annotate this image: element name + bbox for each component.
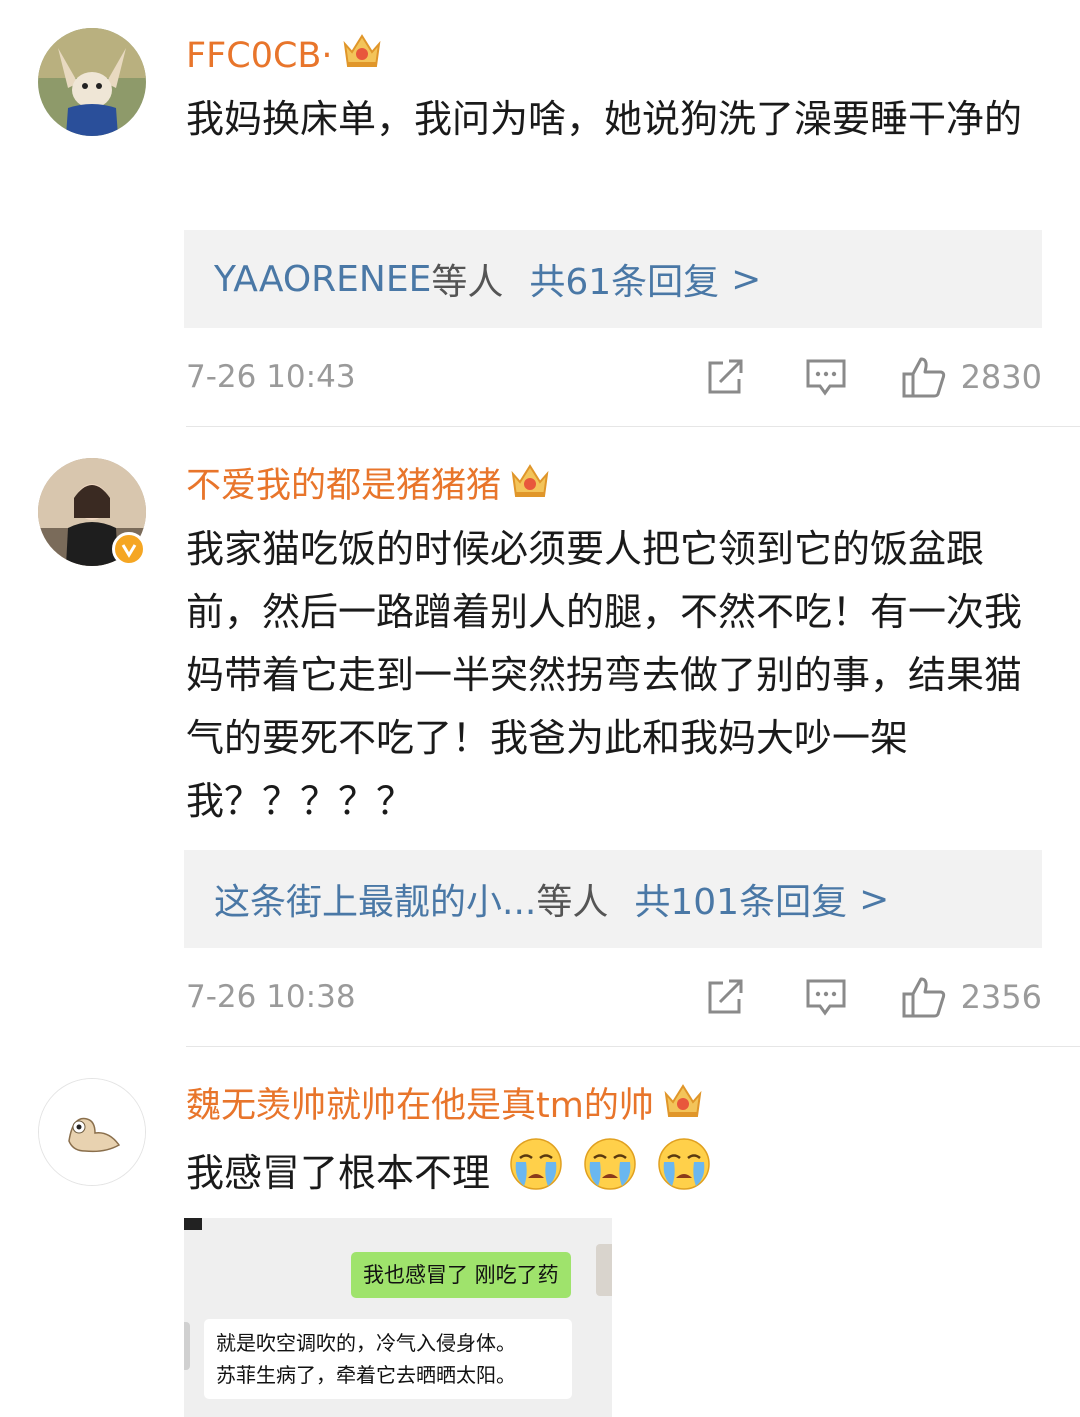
attached-image[interactable]: 我也感冒了 刚吃了药 就是吹空调吹的，冷气入侵身体。 苏菲生病了，牵着它去晒晒太… xyxy=(184,1218,612,1417)
timestamp: 7-26 10:43 xyxy=(186,359,356,395)
comment-text: 我妈换床单，我问为啥，她说狗洗了澡要睡干净的 xyxy=(186,97,1023,141)
chat-line: 苏菲生病了，牵着它去晒晒太阳。 xyxy=(216,1363,516,1387)
comment-icon xyxy=(806,979,846,1016)
thumbs-up-icon xyxy=(902,977,945,1018)
comment-button[interactable] xyxy=(805,357,847,397)
avatar[interactable] xyxy=(38,28,146,136)
replies-link[interactable]: 这条街上最靓的小... 等人 共101条回复 > xyxy=(184,850,1042,948)
share-icon xyxy=(708,979,743,1014)
comment-icon xyxy=(806,359,846,396)
timestamp: 7-26 10:38 xyxy=(186,979,356,1015)
comment-text: 我家猫吃饭的时候必须要人把它领到它的饭盆跟前，然后一路蹭着别人的腿，不然不吃！有… xyxy=(186,527,1023,823)
like-button[interactable]: 2356 xyxy=(901,975,1042,1019)
reply-count[interactable]: 共101条回复 xyxy=(634,873,847,925)
thumbs-up-icon xyxy=(902,357,945,398)
like-count: 2356 xyxy=(960,978,1042,1016)
share-icon xyxy=(708,359,743,394)
username[interactable]: 不爱我的都是猪猪猪 xyxy=(186,460,551,511)
username[interactable]: FFC0CB· xyxy=(186,30,383,81)
crying-face-icon xyxy=(656,1136,712,1211)
comment-text-content: 我感冒了根本不理 xyxy=(186,1151,491,1195)
verified-badge-icon xyxy=(112,532,146,566)
divider xyxy=(186,1046,1080,1047)
chat-line: 就是吹空调吹的，冷气入侵身体。 xyxy=(216,1331,516,1355)
crying-face-icon xyxy=(508,1136,564,1211)
divider xyxy=(186,426,1080,427)
reply-others: 等人 xyxy=(431,262,504,303)
crown-badge-icon xyxy=(341,30,383,81)
comment-text: 我感冒了根本不理 xyxy=(186,1136,1036,1211)
chat-bubble-sent: 我也感冒了 刚吃了药 xyxy=(351,1252,571,1298)
reply-count[interactable]: 共61条回复 xyxy=(529,253,719,305)
username-text[interactable]: 魏无羡帅就帅在他是真tm的帅 xyxy=(186,1084,654,1128)
chat-avatar xyxy=(596,1244,612,1296)
like-count: 2830 xyxy=(960,358,1042,396)
username[interactable]: 魏无羡帅就帅在他是真tm的帅 xyxy=(186,1080,704,1131)
chevron-right-icon: > xyxy=(859,878,890,920)
chevron-right-icon: > xyxy=(731,258,762,300)
crying-face-icon xyxy=(582,1136,638,1211)
crown-badge-icon xyxy=(662,1080,704,1131)
share-button[interactable] xyxy=(705,977,747,1017)
like-button[interactable]: 2830 xyxy=(901,355,1042,399)
chat-avatar xyxy=(184,1322,190,1370)
crown-badge-icon xyxy=(509,460,551,511)
reply-user[interactable]: 这条街上最靓的小... xyxy=(214,873,536,925)
avatar[interactable] xyxy=(38,1078,146,1186)
replies-link[interactable]: YAAORENEE 等人 共61条回复 > xyxy=(184,230,1042,328)
comment-meta: 7-26 10:38 2356 xyxy=(186,972,1042,1022)
username-text[interactable]: FFC0CB· xyxy=(186,34,333,78)
chat-bubble-received: 就是吹空调吹的，冷气入侵身体。 苏菲生病了，牵着它去晒晒太阳。 xyxy=(204,1319,572,1399)
image-corner xyxy=(184,1218,202,1230)
reply-others: 等人 xyxy=(536,882,609,923)
share-button[interactable] xyxy=(705,357,747,397)
comment-button[interactable] xyxy=(805,977,847,1017)
username-text[interactable]: 不爱我的都是猪猪猪 xyxy=(186,464,501,508)
comment-meta: 7-26 10:43 2830 xyxy=(186,352,1042,402)
reply-user[interactable]: YAAORENEE xyxy=(214,259,431,300)
